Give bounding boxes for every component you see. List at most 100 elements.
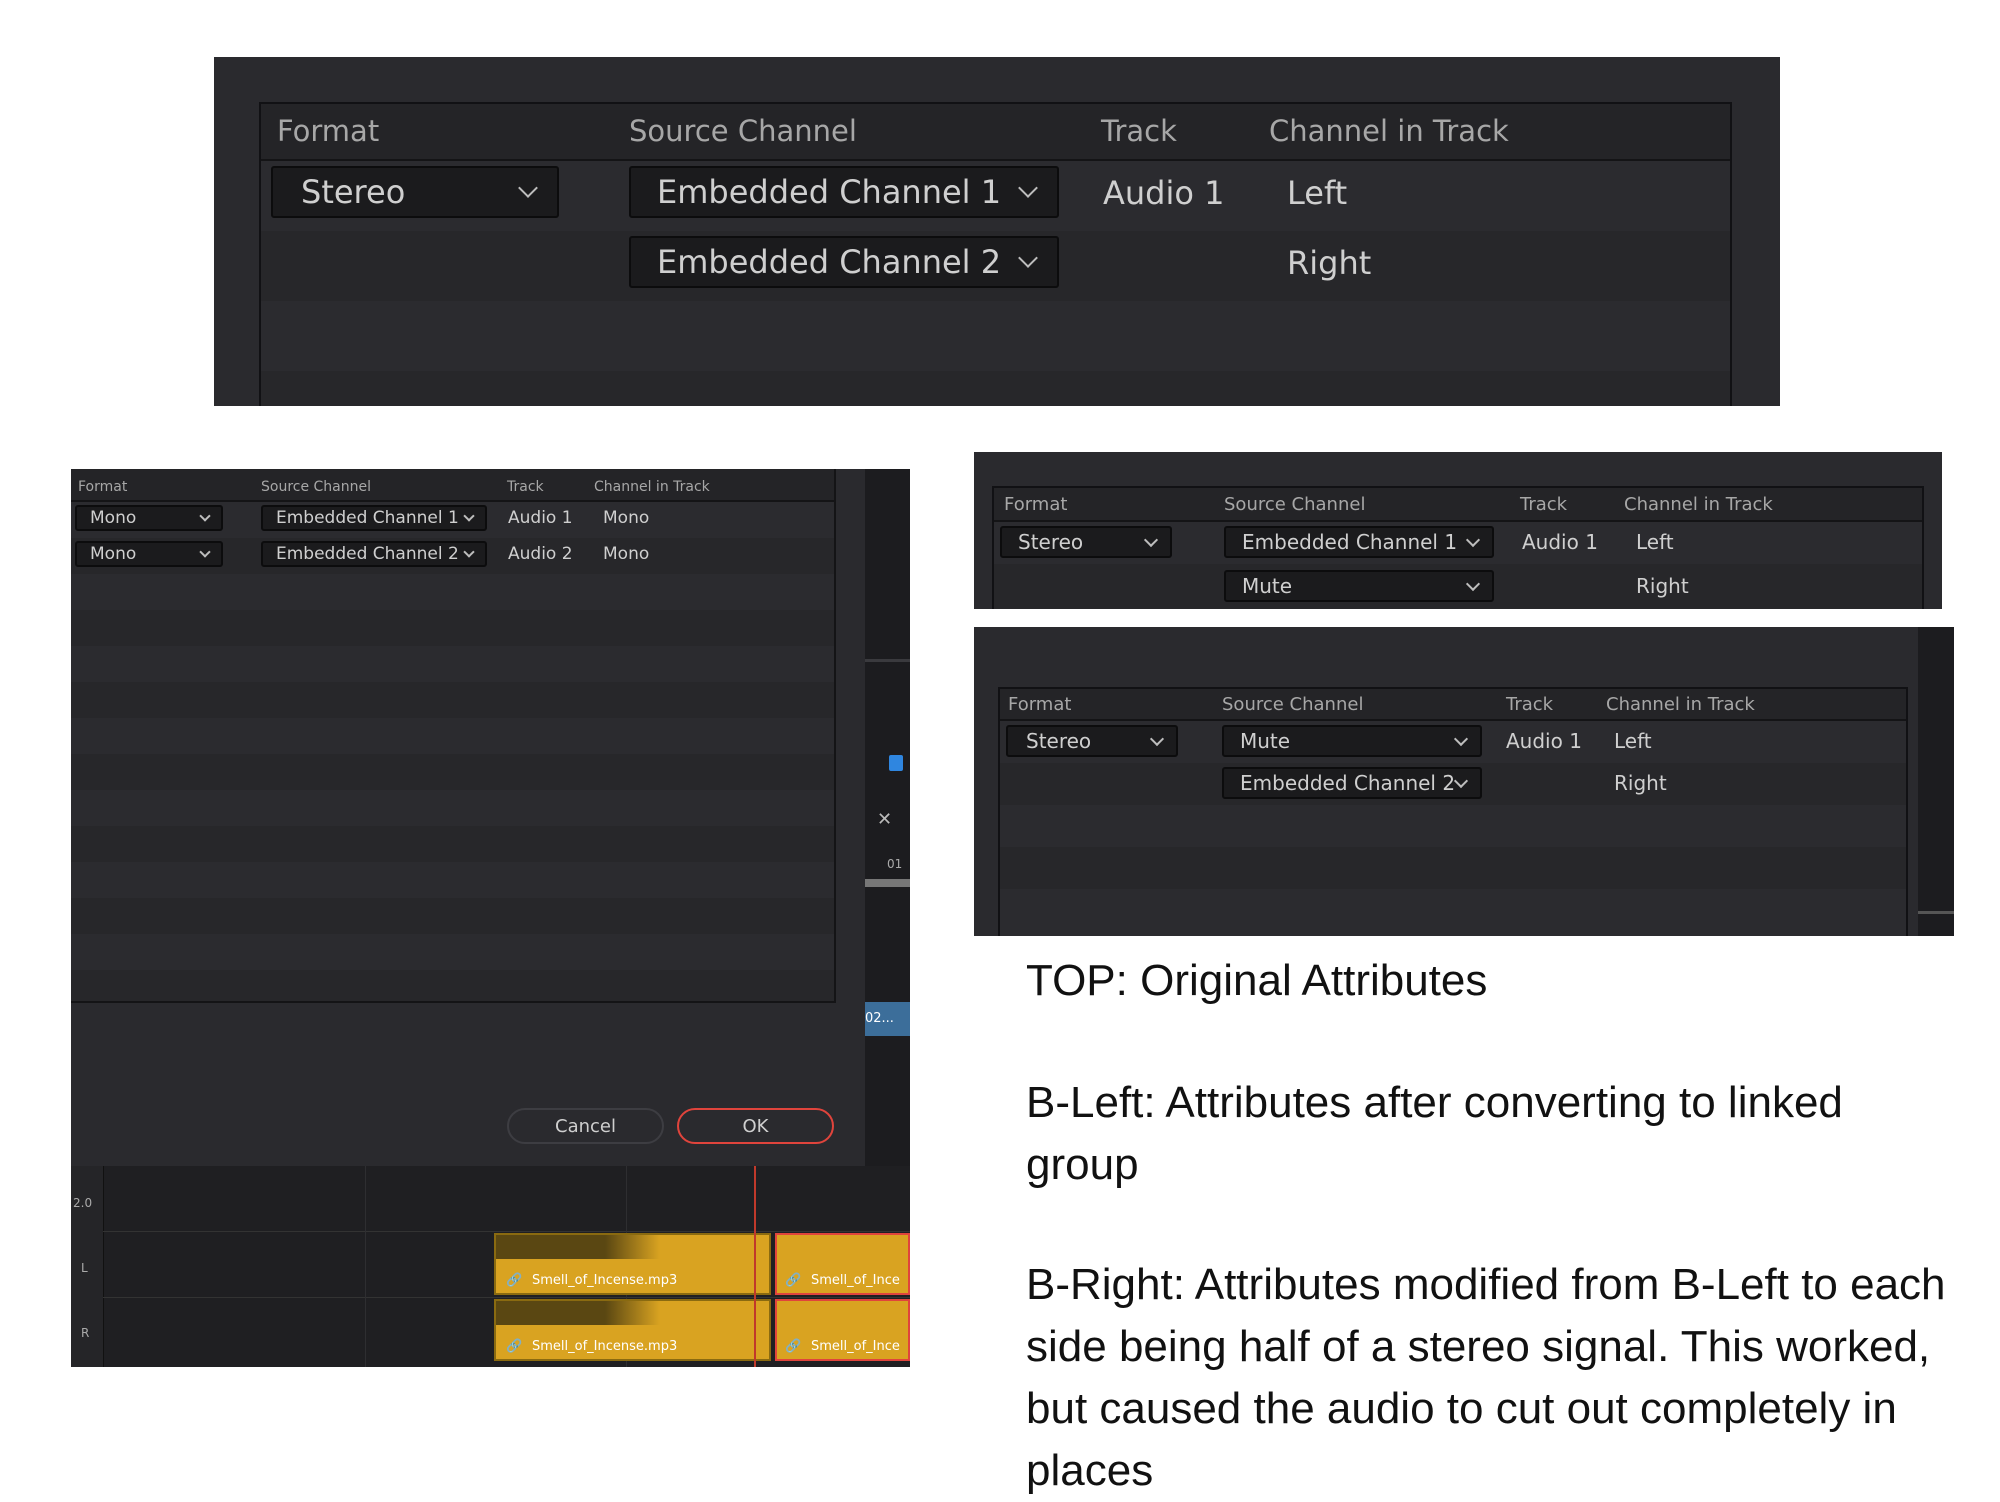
table-row: [71, 970, 834, 1001]
clip-name: Smell_of_Incense.mp3: [532, 1339, 678, 1354]
playhead[interactable]: [754, 1166, 756, 1367]
source-channel-value: Mute: [1240, 729, 1291, 753]
chevron-down-icon: [1018, 178, 1038, 198]
table-row: [1000, 847, 1906, 889]
clip-name: Smell_of_Ince: [811, 1339, 900, 1354]
divider: [865, 659, 910, 662]
audio-clip[interactable]: 🔗 Smell_of_Ince: [775, 1233, 910, 1295]
format-value: Mono: [90, 544, 137, 564]
right-bottom-panel: Format Source Channel Track Channel in T…: [974, 627, 1954, 936]
source-channel-header: Source Channel: [629, 114, 857, 148]
header-row: [71, 469, 834, 500]
table-row: [1000, 805, 1906, 847]
table-row: [71, 826, 834, 862]
side-clip-label: 02...: [865, 1011, 894, 1026]
right-top-panel: Format Source Channel Track Channel in T…: [974, 452, 1942, 609]
ruler-label: 01: [887, 857, 903, 871]
channel-value: Right: [1614, 771, 1667, 795]
clip-name: Smell_of_Ince: [811, 1273, 900, 1288]
audio-clip[interactable]: 🔗 Smell_of_Incense.mp3: [494, 1233, 771, 1295]
cancel-button[interactable]: Cancel: [507, 1108, 664, 1144]
side-clip[interactable]: 02...: [865, 1002, 910, 1036]
table-row: [71, 754, 834, 790]
caption-b-left: B-Left: Attributes after converting to l…: [1026, 1078, 1843, 1189]
ok-label: OK: [742, 1115, 769, 1137]
bottom-left-panel: ✕ 01 02... Format Source Channel Track C…: [71, 469, 910, 1367]
link-icon: 🔗: [785, 1273, 802, 1288]
format-dropdown[interactable]: Stereo: [1006, 725, 1178, 757]
format-header: Format: [1004, 494, 1068, 515]
scrollbar[interactable]: [865, 879, 910, 887]
right-top-table: Format Source Channel Track Channel in T…: [992, 486, 1924, 609]
table-row: [71, 862, 834, 898]
table-row: [261, 371, 1730, 406]
right-channel-label: R: [81, 1326, 90, 1340]
link-icon: 🔗: [506, 1273, 523, 1288]
waveform: [496, 1235, 769, 1259]
source-channel-value: Embedded Channel 2: [276, 544, 459, 564]
source-channel-dropdown[interactable]: Mute: [1222, 725, 1482, 757]
table-row: [71, 610, 834, 646]
channel-value: Mono: [603, 544, 650, 564]
divider: [103, 1297, 910, 1298]
source-channel-value: Embedded Channel 1: [276, 508, 459, 528]
dialog-table: Format Source Channel Track Channel in T…: [71, 469, 836, 1003]
channel-value: Left: [1614, 729, 1652, 753]
left-channel-label: L: [81, 1261, 88, 1275]
caption-b-right: B-Right: Attributes modified from B-Left…: [1026, 1260, 1946, 1495]
top-table: Format Source Channel Track Channel in T…: [259, 102, 1732, 406]
channel-in-track-header: Channel in Track: [1269, 114, 1509, 148]
source-channel-dropdown[interactable]: Embedded Channel 2: [1222, 767, 1482, 799]
audio-clip[interactable]: 🔗 Smell_of_Incense.mp3: [494, 1299, 771, 1361]
channel-value: Right: [1636, 574, 1689, 598]
link-icon: 🔗: [785, 1339, 802, 1354]
chevron-down-icon: [1149, 731, 1165, 746]
chevron-down-icon: [463, 510, 475, 522]
source-channel-dropdown[interactable]: Embedded Channel 2: [261, 541, 487, 567]
timeline: 2.0 L R 🔗 Smell_of_Incense.mp3 🔗 Smell_o…: [71, 1166, 910, 1367]
scale-label: 2.0: [73, 1196, 93, 1210]
timeline-side-strip: ✕ 01 02...: [865, 469, 910, 1169]
source-channel-dropdown[interactable]: Mute: [1224, 570, 1494, 602]
table-row: [71, 718, 834, 754]
format-value: Stereo: [1026, 729, 1092, 753]
format-dropdown[interactable]: Stereo: [271, 166, 559, 218]
table-row: [71, 898, 834, 934]
chevron-down-icon: [1453, 731, 1469, 746]
ok-button[interactable]: OK: [677, 1108, 834, 1144]
track-value: Audio 1: [1506, 729, 1582, 753]
close-icon[interactable]: ✕: [877, 809, 892, 830]
format-dropdown[interactable]: Mono: [75, 505, 223, 531]
header-row: [261, 104, 1730, 159]
source-channel-dropdown[interactable]: Embedded Channel 2: [629, 236, 1059, 288]
table-row: [71, 682, 834, 718]
table-row: [71, 574, 834, 610]
chevron-down-icon: [1465, 576, 1481, 591]
top-panel: Format Source Channel Track Channel in T…: [214, 57, 1780, 406]
channel-value: Mono: [603, 508, 650, 528]
channel-in-track-header: Channel in Track: [1624, 494, 1773, 515]
channel-value: Left: [1636, 530, 1674, 554]
format-dropdown[interactable]: Stereo: [1000, 526, 1172, 558]
source-channel-value: Embedded Channel 1: [657, 173, 1002, 211]
format-header: Format: [1008, 694, 1072, 715]
dialog: Format Source Channel Track Channel in T…: [71, 469, 865, 1166]
chevron-down-icon: [199, 510, 211, 522]
source-channel-dropdown[interactable]: Embedded Channel 1: [1224, 526, 1494, 558]
chevron-down-icon: [1465, 532, 1481, 547]
source-channel-dropdown[interactable]: Embedded Channel 1: [629, 166, 1059, 218]
audio-clip[interactable]: 🔗 Smell_of_Ince: [775, 1299, 910, 1361]
source-channel-dropdown[interactable]: Embedded Channel 1: [261, 505, 487, 531]
chevron-down-icon: [1143, 532, 1159, 547]
track-value: Audio 1: [1103, 174, 1225, 212]
format-dropdown[interactable]: Mono: [75, 541, 223, 567]
link-icon: 🔗: [506, 1339, 523, 1354]
channel-in-track-header: Channel in Track: [1606, 694, 1755, 715]
format-value: Stereo: [1018, 530, 1084, 554]
format-header: Format: [277, 114, 380, 148]
channel-value: Right: [1287, 244, 1372, 282]
track-header: Track: [1101, 114, 1177, 148]
track-value: Audio 1: [508, 508, 573, 528]
table-row: [71, 934, 834, 970]
source-channel-header: Source Channel: [261, 479, 372, 495]
